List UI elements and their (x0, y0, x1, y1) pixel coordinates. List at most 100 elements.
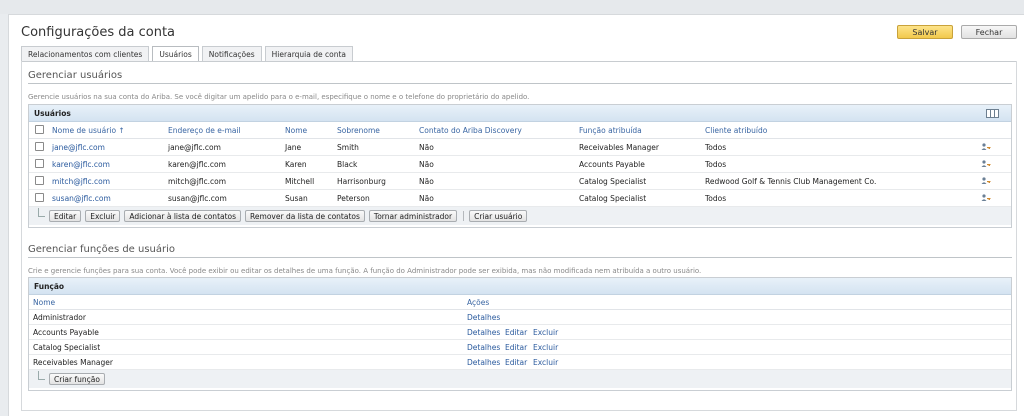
users-table-header: Usuários (29, 105, 1011, 122)
role-details-link[interactable]: Detalhes (467, 328, 500, 337)
email-cell: mitch@jflc.com (168, 177, 227, 186)
users-section-title: Gerenciar usuários (28, 70, 123, 81)
roles-section-title: Gerenciar funções de usuário (28, 244, 176, 255)
tab-notifications[interactable]: Notificações (201, 46, 262, 62)
users-table-title: Usuários (34, 108, 71, 118)
first-name-cell: Jane (285, 143, 302, 152)
users-section-description: Gerencie usuários na sua conta do Ariba.… (28, 93, 530, 101)
edit-button[interactable]: Editar (49, 210, 82, 222)
column-ariba-discovery[interactable]: Contato do Ariba Discovery (419, 126, 522, 135)
role-cell: Catalog Specialist (579, 177, 647, 186)
users-table: Usuários Nome de usuário ↑ Endereço de e… (28, 104, 1012, 228)
tab-bar: Relacionamentos com clientes Usuários No… (21, 46, 356, 62)
last-name-cell: Peterson (337, 194, 370, 203)
users-section-rule (28, 83, 1012, 84)
role-name-cell: Administrador (33, 313, 86, 322)
table-row: Receivables Manager Detalhes Editar Excl… (29, 355, 1011, 370)
tab-users[interactable]: Usuários (152, 46, 199, 62)
user-key-icon[interactable] (981, 160, 991, 168)
page-title: Configurações da conta (21, 25, 176, 40)
email-cell: karen@jflc.com (168, 160, 226, 169)
discovery-cell: Não (419, 194, 434, 203)
first-name-cell: Mitchell (285, 177, 315, 186)
email-cell: susan@jflc.com (168, 194, 227, 203)
discovery-cell: Não (419, 160, 434, 169)
close-button[interactable]: Fechar (961, 25, 1017, 39)
account-settings-page: Configurações da conta Salvar Fechar Rel… (8, 14, 1024, 416)
action-separator (463, 211, 465, 221)
table-row: karen@jflc.com karen@jflc.com Karen Blac… (29, 156, 1011, 173)
discovery-cell: Não (419, 177, 434, 186)
first-name-cell: Susan (285, 194, 308, 203)
table-row: susan@jflc.com susan@jflc.com Susan Pete… (29, 190, 1011, 207)
role-details-link[interactable]: Detalhes (467, 343, 500, 352)
column-last-name[interactable]: Sobrenome (337, 126, 380, 135)
row-checkbox[interactable] (35, 193, 44, 202)
column-assigned-customer[interactable]: Cliente atribuído (705, 126, 767, 135)
select-all-checkbox[interactable] (35, 125, 44, 134)
make-admin-button[interactable]: Tornar administrador (368, 210, 458, 222)
column-assigned-role[interactable]: Função atribuída (579, 126, 642, 135)
create-role-button[interactable]: Criar função (49, 373, 105, 385)
role-cell: Accounts Payable (579, 160, 645, 169)
delete-button[interactable]: Excluir (85, 210, 121, 222)
column-email[interactable]: Endereço de e-mail (168, 126, 241, 135)
role-name-cell: Catalog Specialist (33, 343, 101, 352)
role-edit-link[interactable]: Editar (505, 343, 527, 352)
username-link[interactable]: jane@jflc.com (52, 143, 105, 152)
selection-elbow-icon (38, 208, 45, 217)
customer-cell: Redwood Golf & Tennis Club Management Co… (705, 177, 877, 186)
role-delete-link[interactable]: Excluir (533, 343, 558, 352)
create-user-button[interactable]: Criar usuário (469, 210, 528, 222)
role-name-cell: Receivables Manager (33, 358, 113, 367)
roles-table-title: Função (34, 281, 65, 291)
table-row: Administrador Detalhes (29, 310, 1011, 325)
customer-cell: Todos (705, 143, 727, 152)
row-checkbox[interactable] (35, 176, 44, 185)
roles-table-actions: Criar função (29, 370, 1011, 388)
users-column-header-row: Nome de usuário ↑ Endereço de e-mail Nom… (29, 122, 1011, 139)
column-role-name[interactable]: Nome (33, 298, 55, 307)
username-link[interactable]: karen@jflc.com (52, 160, 110, 169)
top-strip (0, 0, 1024, 14)
column-role-actions: Ações (467, 298, 490, 307)
tab-account-hierarchy[interactable]: Hierarquia de conta (264, 46, 353, 62)
roles-section-description: Crie e gerencie funções para sua conta. … (28, 267, 702, 275)
table-row: mitch@jflc.com mitch@jflc.com Mitchell H… (29, 173, 1011, 190)
remove-from-contacts-button[interactable]: Remover da lista de contatos (245, 210, 365, 222)
column-username[interactable]: Nome de usuário ↑ (52, 126, 125, 135)
roles-table: Função Nome Ações Administrador Detalhes… (28, 277, 1012, 391)
first-name-cell: Karen (285, 160, 307, 169)
row-checkbox[interactable] (35, 142, 44, 151)
table-row: Accounts Payable Detalhes Editar Excluir (29, 325, 1011, 340)
last-name-cell: Smith (337, 143, 359, 152)
users-table-actions: Editar Excluir Adicionar à lista de cont… (29, 207, 1011, 225)
role-details-link[interactable]: Detalhes (467, 313, 500, 322)
user-key-icon[interactable] (981, 143, 991, 151)
column-chooser-icon[interactable] (986, 109, 999, 118)
table-row: Catalog Specialist Detalhes Editar Exclu… (29, 340, 1011, 355)
add-to-contacts-button[interactable]: Adicionar à lista de contatos (124, 210, 242, 222)
role-edit-link[interactable]: Editar (505, 358, 527, 367)
username-link[interactable]: mitch@jflc.com (52, 177, 110, 186)
table-row: jane@jflc.com jane@jflc.com Jane Smith N… (29, 139, 1011, 156)
last-name-cell: Harrisonburg (337, 177, 386, 186)
selection-elbow-icon (38, 371, 45, 380)
user-key-icon[interactable] (981, 194, 991, 202)
email-cell: jane@jflc.com (168, 143, 221, 152)
role-name-cell: Accounts Payable (33, 328, 99, 337)
user-key-icon[interactable] (981, 177, 991, 185)
row-checkbox[interactable] (35, 159, 44, 168)
roles-column-header-row: Nome Ações (29, 295, 1011, 310)
username-link[interactable]: susan@jflc.com (52, 194, 111, 203)
save-button[interactable]: Salvar (897, 25, 953, 39)
users-tab-panel: Gerenciar usuários Gerencie usuários na … (21, 61, 1017, 411)
column-first-name[interactable]: Nome (285, 126, 307, 135)
customer-cell: Todos (705, 194, 727, 203)
tab-customer-relationships[interactable]: Relacionamentos com clientes (21, 46, 150, 62)
customer-cell: Todos (705, 160, 727, 169)
role-delete-link[interactable]: Excluir (533, 328, 558, 337)
role-edit-link[interactable]: Editar (505, 328, 527, 337)
role-details-link[interactable]: Detalhes (467, 358, 500, 367)
role-delete-link[interactable]: Excluir (533, 358, 558, 367)
